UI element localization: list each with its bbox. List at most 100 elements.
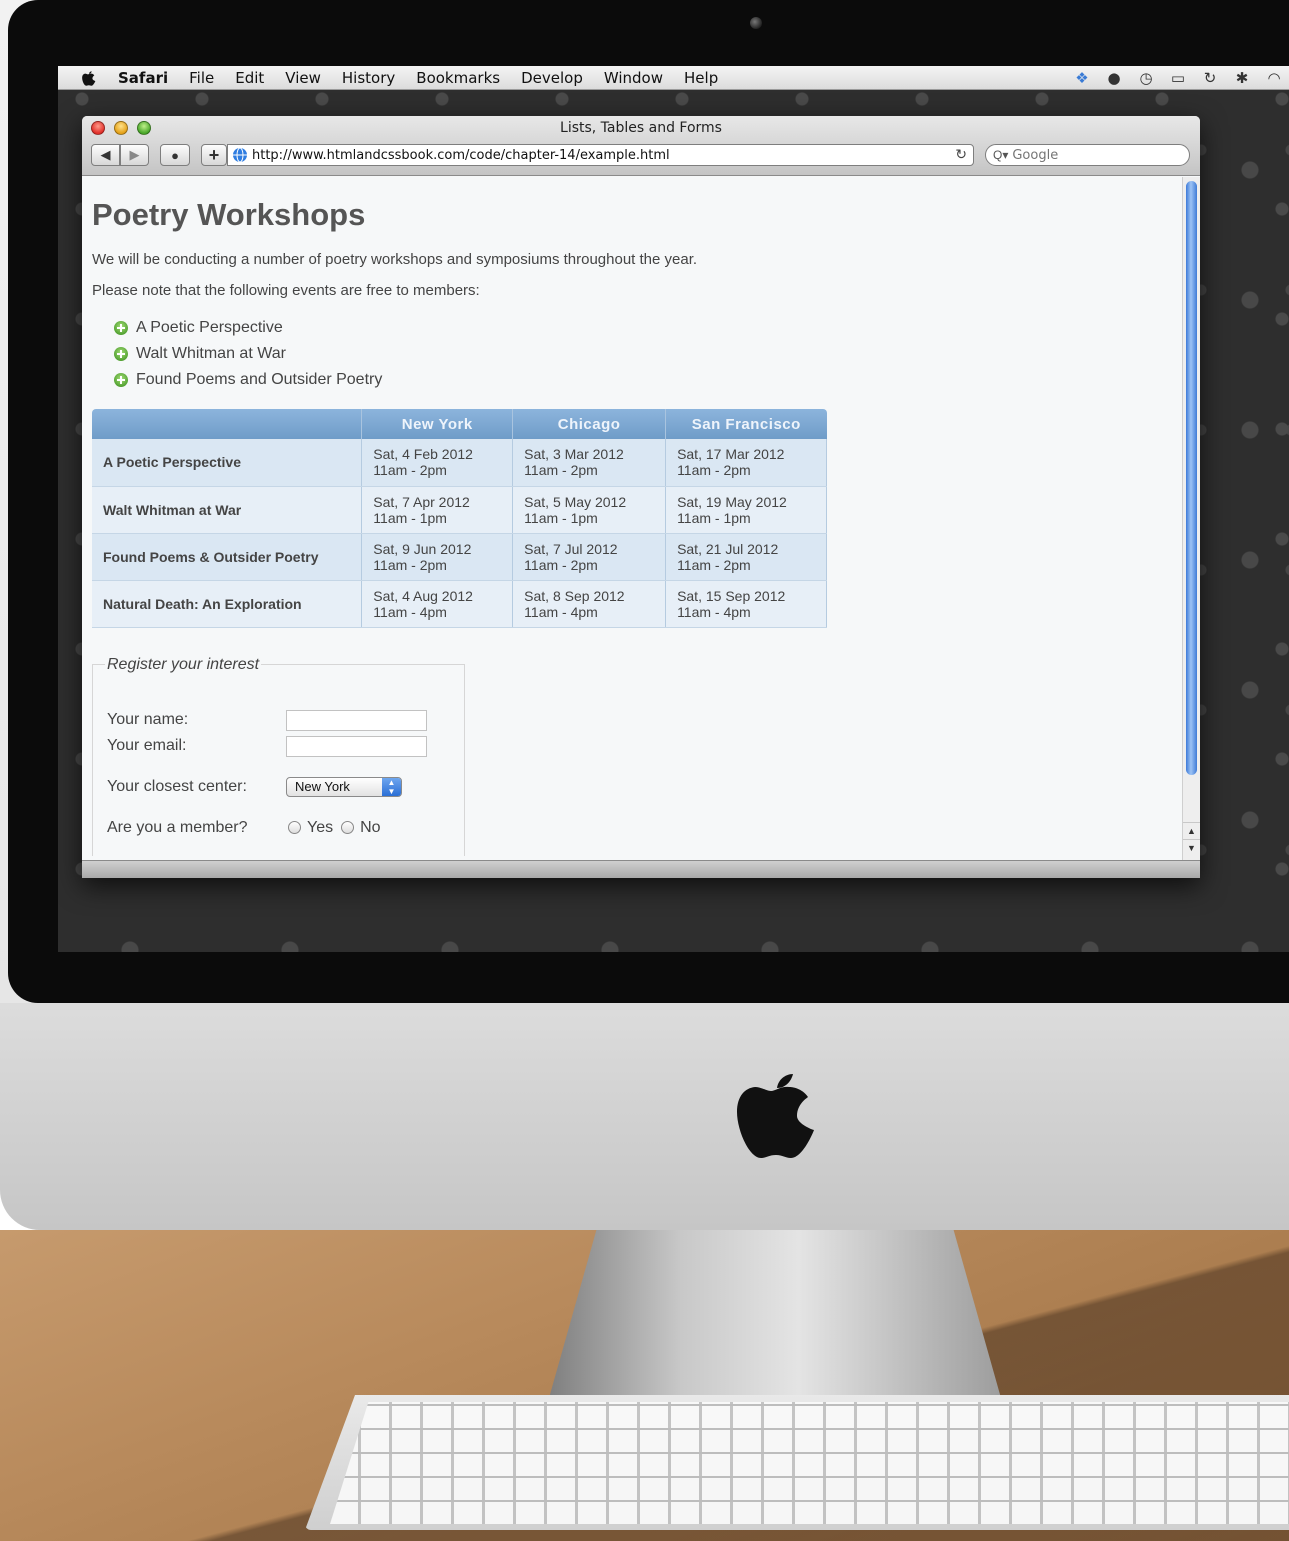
time-text: 11am - 2pm: [524, 462, 598, 479]
time-machine-icon[interactable]: ◷: [1137, 69, 1155, 87]
time-text: 11am - 2pm: [373, 556, 447, 573]
member-label: Are you a member?: [107, 818, 248, 836]
bluetooth-icon[interactable]: ✱: [1233, 69, 1251, 87]
member-no-label: No: [360, 818, 381, 836]
keyboard-key-rows: [330, 1402, 1289, 1524]
forward-button[interactable]: ▶: [120, 144, 149, 166]
reload-icon[interactable]: ↻: [955, 146, 967, 163]
date-text: Sat, 8 Sep 2012: [524, 587, 625, 604]
evernote-button[interactable]: ●: [160, 144, 190, 166]
list-item-label: A Poetic Perspective: [136, 319, 283, 336]
time-text: 11am - 4pm: [524, 603, 598, 620]
time-text: 11am - 1pm: [373, 509, 447, 526]
menu-edit[interactable]: Edit: [235, 69, 264, 87]
table-row: A Poetic Perspective Sat, 4 Feb 2012 11am…: [92, 439, 827, 487]
scroll-down-icon[interactable]: ▼: [1183, 839, 1200, 855]
date-text: Sat, 21 Jul 2012: [677, 540, 779, 557]
menu-bookmarks[interactable]: Bookmarks: [416, 69, 500, 87]
menu-safari[interactable]: Safari: [118, 69, 168, 87]
schedule-table: New York Chicago San Francisco A Poetic …: [92, 409, 827, 628]
sync-icon[interactable]: ↻: [1201, 69, 1219, 87]
menu-bar-status-area: ❖ ● ◷ ▭ ↻ ✱ ◠: [1073, 66, 1289, 90]
globe-icon: [233, 147, 247, 163]
list-item-label: Found Poems and Outsider Poetry: [136, 371, 383, 388]
scroll-up-icon[interactable]: ▲: [1183, 822, 1200, 838]
date-cell: Sat, 7 Apr 2012 11am - 1pm: [361, 486, 514, 534]
table-row: Walt Whitman at War Sat, 7 Apr 2012 11am …: [92, 486, 827, 534]
member-yes-radio[interactable]: [288, 821, 301, 834]
address-bar[interactable]: http://www.htmlandcssbook.com/code/chapt…: [227, 144, 974, 166]
plus-bullet-icon: [114, 373, 128, 387]
event-name-cell: Found Poems & Outsider Poetry: [92, 533, 363, 581]
time-text: 11am - 2pm: [677, 556, 751, 573]
center-label: Your closest center:: [107, 777, 247, 795]
window-status-bar: [82, 860, 1200, 878]
date-text: Sat, 17 Mar 2012: [677, 446, 785, 463]
column-header-event: [92, 409, 363, 439]
search-field[interactable]: Q▾: [985, 144, 1190, 166]
forward-arrow-icon: ▶: [129, 147, 140, 162]
date-text: Sat, 7 Apr 2012: [373, 493, 470, 510]
event-name-cell: Walt Whitman at War: [92, 486, 363, 534]
time-text: 11am - 2pm: [677, 462, 751, 479]
window-titlebar: Lists, Tables and Forms ◀ ▶ ● + http://w…: [82, 116, 1200, 176]
list-item: A Poetic Perspective: [114, 315, 1182, 341]
search-input[interactable]: [1012, 147, 1183, 163]
plus-bullet-icon: [114, 347, 128, 361]
add-bookmark-button[interactable]: +: [201, 144, 227, 166]
center-selected-value: New York: [295, 779, 350, 794]
date-text: Sat, 4 Feb 2012: [373, 446, 473, 463]
name-row: Your name:: [107, 709, 427, 731]
name-field[interactable]: [286, 709, 427, 731]
list-item: Found Poems and Outsider Poetry: [114, 367, 1182, 393]
menu-window[interactable]: Window: [604, 69, 663, 87]
dropbox-icon[interactable]: ❖: [1073, 69, 1091, 87]
date-text: Sat, 4 Aug 2012: [373, 587, 473, 604]
menu-file[interactable]: File: [189, 69, 214, 87]
center-select[interactable]: New York ▲ ▼: [286, 776, 402, 797]
table-row: Found Poems & Outsider Poetry Sat, 9 Jun…: [92, 533, 827, 581]
screen: Safari File Edit View History Bookmarks …: [58, 66, 1289, 952]
note-paragraph: Please note that the following events ar…: [92, 282, 480, 299]
search-icon: Q▾: [993, 148, 1009, 162]
apple-logo-icon: [737, 1074, 814, 1158]
apple-menu-icon[interactable]: [80, 69, 98, 87]
scrollbar-thumb[interactable]: [1186, 181, 1197, 775]
date-cell: Sat, 21 Jul 2012 11am - 2pm: [665, 533, 827, 581]
column-header-san-francisco: San Francisco: [665, 409, 827, 439]
intro-paragraph: We will be conducting a number of poetry…: [92, 251, 698, 268]
register-interest-form: Register your interest Your name: Your e…: [92, 655, 465, 856]
menu-develop[interactable]: Develop: [521, 69, 583, 87]
page-content: Poetry Workshops We will be conducting a…: [82, 177, 1182, 860]
email-field[interactable]: [286, 735, 427, 757]
date-text: Sat, 5 May 2012: [524, 493, 627, 510]
date-text: Sat, 19 May 2012: [677, 493, 787, 510]
display-icon[interactable]: ▭: [1169, 69, 1187, 87]
time-text: 11am - 4pm: [677, 603, 751, 620]
free-events-list: A Poetic Perspective Walt Whitman at War…: [114, 315, 1182, 393]
time-text: 11am - 2pm: [373, 462, 447, 479]
evernote-icon[interactable]: ●: [1105, 69, 1123, 87]
menu-help[interactable]: Help: [684, 69, 718, 87]
vertical-scrollbar[interactable]: ▲ ▼: [1182, 177, 1200, 860]
column-header-chicago: Chicago: [512, 409, 667, 439]
date-cell: Sat, 4 Feb 2012 11am - 2pm: [361, 439, 514, 487]
column-header-new-york: New York: [361, 409, 514, 439]
date-cell: Sat, 7 Jul 2012 11am - 2pm: [512, 533, 667, 581]
url-text[interactable]: http://www.htmlandcssbook.com/code/chapt…: [252, 148, 670, 163]
menu-history[interactable]: History: [342, 69, 395, 87]
menu-bar: Safari File Edit View History Bookmarks …: [58, 66, 1289, 90]
member-no-radio[interactable]: [341, 821, 355, 834]
menu-view[interactable]: View: [285, 69, 321, 87]
wifi-icon[interactable]: ◠: [1265, 69, 1283, 87]
name-label: Your name:: [107, 711, 189, 728]
date-text: Sat, 9 Jun 2012: [373, 540, 472, 557]
plus-icon: +: [208, 144, 220, 165]
select-arrows-icon: ▲ ▼: [382, 777, 401, 796]
camera-icon: [750, 17, 762, 29]
time-text: 11am - 1pm: [677, 509, 751, 526]
imac-chin: [0, 1003, 1289, 1230]
back-button[interactable]: ◀: [91, 144, 120, 166]
table-row: Natural Death: An Exploration Sat, 4 Aug…: [92, 580, 827, 628]
time-text: 11am - 1pm: [524, 509, 598, 526]
